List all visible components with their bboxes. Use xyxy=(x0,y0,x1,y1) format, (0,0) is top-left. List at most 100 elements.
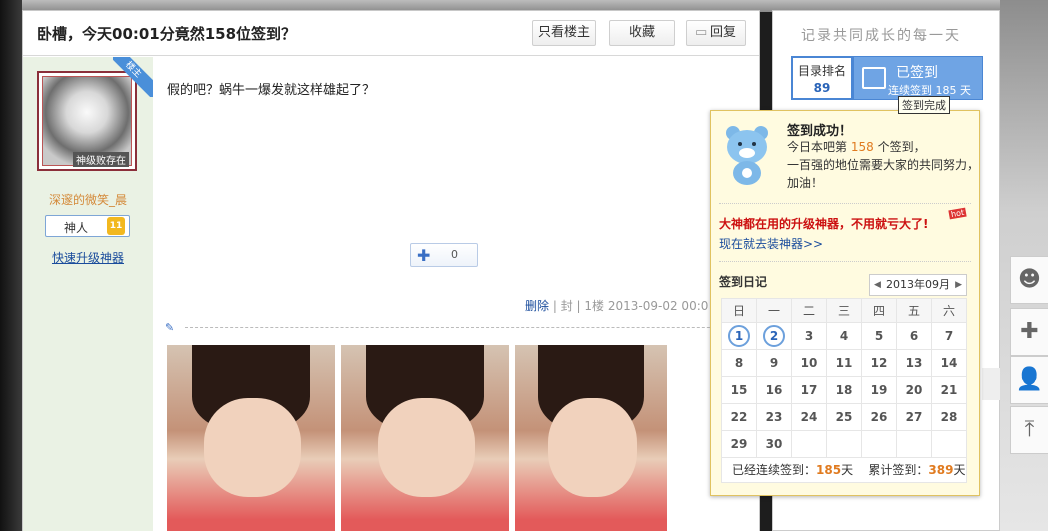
author-name[interactable]: 深邃的微笑_晨 xyxy=(23,191,153,208)
level-badge[interactable]: 神人 11 xyxy=(45,215,130,237)
weekday-label: 六 xyxy=(931,298,967,323)
bear-mascot-icon xyxy=(726,126,768,185)
weekday-label: 三 xyxy=(826,298,862,323)
day-number: 29 xyxy=(730,437,748,451)
user-icon[interactable]: 👤 xyxy=(1010,356,1048,404)
month-selector[interactable]: ◀ 2013年09月 ▶ xyxy=(869,274,967,296)
calendar-day[interactable]: 30 xyxy=(756,430,792,458)
hot-badge: hot xyxy=(948,207,967,220)
calendar-day[interactable]: 20 xyxy=(896,376,932,404)
calendar-day[interactable]: 18 xyxy=(826,376,862,404)
signin-tooltip: 签到完成 xyxy=(898,96,950,114)
calendar-day[interactable]: 3 xyxy=(791,322,827,350)
prev-month-icon[interactable]: ◀ xyxy=(874,275,881,295)
day-number: 26 xyxy=(870,410,888,424)
calendar-day[interactable]: 7 xyxy=(931,322,967,350)
thread-panel: 卧槽，今天00:01分竟然158位签到？ 只看楼主 收藏 ▭ 回复 神级败存在 … xyxy=(22,10,760,531)
post-image-1[interactable] xyxy=(167,345,335,531)
day-number: 20 xyxy=(905,383,923,397)
promo-link[interactable]: 现在就去装神器>> xyxy=(719,235,823,252)
message-line-2: 一百强的地位需要大家的共同努力， xyxy=(787,158,980,172)
next-month-icon[interactable]: ▶ xyxy=(955,275,962,295)
calendar-day[interactable]: 22 xyxy=(721,403,757,431)
delete-link[interactable]: 删除 xyxy=(525,299,549,313)
day-number: 8 xyxy=(734,356,744,370)
day-number: 9 xyxy=(769,356,779,370)
floor-number: 1楼 xyxy=(584,299,605,313)
success-title: 签到成功！ xyxy=(787,124,853,139)
post-image-2[interactable] xyxy=(341,345,509,531)
calendar-day[interactable]: 15 xyxy=(721,376,757,404)
calendar-day[interactable]: 5 xyxy=(861,322,897,350)
calendar-day[interactable]: 2 xyxy=(756,322,792,350)
day-number: 14 xyxy=(940,356,958,370)
calendar-day[interactable]: 27 xyxy=(896,403,932,431)
thread-header: 卧槽，今天00:01分竟然158位签到？ 只看楼主 收藏 ▭ 回复 xyxy=(23,11,759,56)
calendar-day[interactable]: 10 xyxy=(791,349,827,377)
signin-slogan: 记录共同成长的每一天 xyxy=(801,28,961,44)
reply-button[interactable]: ▭ 回复 xyxy=(686,20,746,46)
calendar-day[interactable]: 17 xyxy=(791,376,827,404)
bear-face-icon[interactable]: ☻ xyxy=(1010,256,1048,304)
calendar-day[interactable]: 25 xyxy=(826,403,862,431)
rank-post-text: 个签到， xyxy=(877,140,926,154)
post-time: 2013-09-02 00:0 xyxy=(607,299,709,313)
calendar-day[interactable]: 13 xyxy=(896,349,932,377)
upgrade-link[interactable]: 快速升级神器 xyxy=(23,249,153,266)
calendar-icon xyxy=(862,67,886,89)
calendar-day[interactable]: 12 xyxy=(861,349,897,377)
month-label: 2013年09月 xyxy=(886,278,950,291)
post-image-3[interactable] xyxy=(515,345,667,531)
calendar-day[interactable]: 28 xyxy=(931,403,967,431)
calendar-week: 15 16 17 18 19 20 21 xyxy=(721,376,967,404)
streak-label: 已经连续签到： xyxy=(732,463,817,477)
rank-box[interactable]: 目录排名 89 xyxy=(791,56,853,100)
calendar-day[interactable]: 23 xyxy=(756,403,792,431)
calendar-day[interactable]: 19 xyxy=(861,376,897,404)
avatar-tag: 神级败存在 xyxy=(73,152,129,167)
rank-value: 89 xyxy=(813,81,831,95)
day-number: 3 xyxy=(804,329,814,343)
day-number: 25 xyxy=(835,410,853,424)
like-button[interactable]: ✚ 0 xyxy=(410,243,478,267)
diary-title: 签到日记 xyxy=(719,275,768,289)
calendar-week: 8 9 10 11 12 13 14 xyxy=(721,349,967,377)
back-to-top-icon[interactable]: ⤒ xyxy=(1010,406,1048,454)
calendar-day[interactable]: 9 xyxy=(756,349,792,377)
calendar-day[interactable]: 4 xyxy=(826,322,862,350)
streak-value: 185 xyxy=(816,463,842,477)
calendar-day[interactable]: 16 xyxy=(756,376,792,404)
calendar-day[interactable]: 24 xyxy=(791,403,827,431)
weekday-label: 一 xyxy=(756,298,792,323)
chat-bubble-icon: ▭ xyxy=(695,25,708,40)
calendar-day[interactable]: 21 xyxy=(931,376,967,404)
signed-button[interactable]: 已签到 连续签到 185 天 xyxy=(853,56,983,100)
calendar-day[interactable]: 6 xyxy=(896,322,932,350)
calendar-day[interactable]: 14 xyxy=(931,349,967,377)
rank-label: 目录排名 xyxy=(797,64,846,78)
calendar-day[interactable]: 1 xyxy=(721,322,757,350)
day-number: 13 xyxy=(905,356,923,370)
favorite-button[interactable]: 收藏 xyxy=(609,20,675,46)
calendar-day xyxy=(931,430,967,458)
signed-day-marker: 1 xyxy=(728,325,750,347)
only-owner-button[interactable]: 只看楼主 xyxy=(532,20,596,46)
owner-ribbon: 楼主 xyxy=(113,57,153,97)
signin-stats: 已经连续签到：185天 累计签到：389天 xyxy=(721,457,967,483)
day-number: 16 xyxy=(765,383,783,397)
calendar-day[interactable]: 8 xyxy=(721,349,757,377)
ban-link[interactable]: 封 xyxy=(561,299,573,313)
calendar-day[interactable]: 26 xyxy=(861,403,897,431)
day-number: 18 xyxy=(835,383,853,397)
promo-text[interactable]: 大神都在用的升级神器，不用就亏大了! xyxy=(719,215,928,232)
add-icon[interactable]: ✚ xyxy=(1010,308,1048,356)
day-number: 22 xyxy=(730,410,748,424)
day-unit: 天 xyxy=(841,463,854,477)
calendar-day[interactable]: 11 xyxy=(826,349,862,377)
calendar-day[interactable]: 29 xyxy=(721,430,757,458)
day-number: 27 xyxy=(905,410,923,424)
sidebar-gap xyxy=(982,368,1000,400)
signin-success-popup: 签到成功！ 今日本吧第 158 个签到， 一百强的地位需要大家的共同努力， 加油… xyxy=(710,110,980,496)
day-number: 5 xyxy=(874,329,884,343)
calendar-day xyxy=(896,430,932,458)
